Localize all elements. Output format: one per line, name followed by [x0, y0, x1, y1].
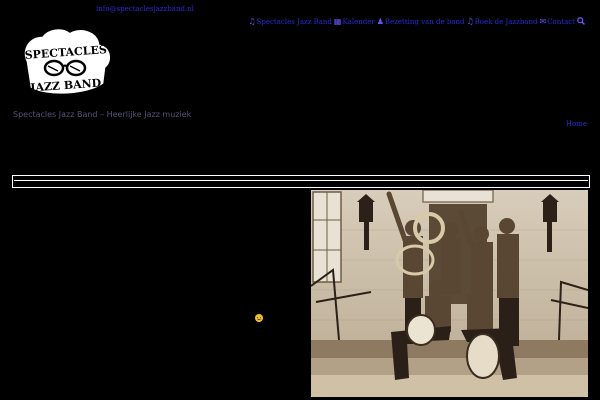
nav-item-label: Contact — [547, 18, 575, 26]
nav-item-jazz-band[interactable]: ♫ Spectacles Jazz Band — [248, 17, 332, 27]
search-icon — [577, 17, 585, 27]
email-link[interactable]: info@spectaclesjazzband.nl — [96, 5, 194, 13]
music-note-icon: ♫ — [248, 17, 256, 26]
nav-item-boek[interactable]: ♫ Boek de Jazzband — [466, 17, 538, 27]
people-icon: ♟ — [376, 17, 384, 26]
calendar-icon: ▦ — [333, 17, 342, 26]
site-logo[interactable]: SPECTACLES JAZZ BAND — [18, 26, 114, 106]
nav-item-contact[interactable]: ✉ Contact — [539, 17, 575, 27]
nav-item-kalender[interactable]: ▦ Kalender — [333, 17, 375, 27]
divider-line — [14, 180, 588, 181]
divider-frame — [12, 175, 590, 188]
main-nav: ♫ Spectacles Jazz Band ▦ Kalender ♟ Beze… — [246, 17, 586, 27]
band-photo — [310, 189, 589, 397]
site-tagline: Spectacles Jazz Band – Heerlijke Jazz mu… — [13, 110, 192, 119]
nav-item-label: Boek de Jazzband — [474, 18, 538, 26]
nav-item-bezetting[interactable]: ♟ Bezetting van de band — [376, 17, 465, 27]
smiley-icon — [255, 314, 263, 322]
breadcrumb-home-link[interactable]: Home — [566, 120, 587, 128]
music-note-icon: ♫ — [466, 17, 474, 26]
search-button[interactable] — [577, 17, 586, 27]
nav-item-label: Bezetting van de band — [384, 18, 465, 26]
nav-item-label: Spectacles Jazz Band — [256, 18, 332, 26]
nav-item-label: Kalender — [342, 18, 375, 26]
envelope-icon: ✉ — [539, 17, 547, 26]
